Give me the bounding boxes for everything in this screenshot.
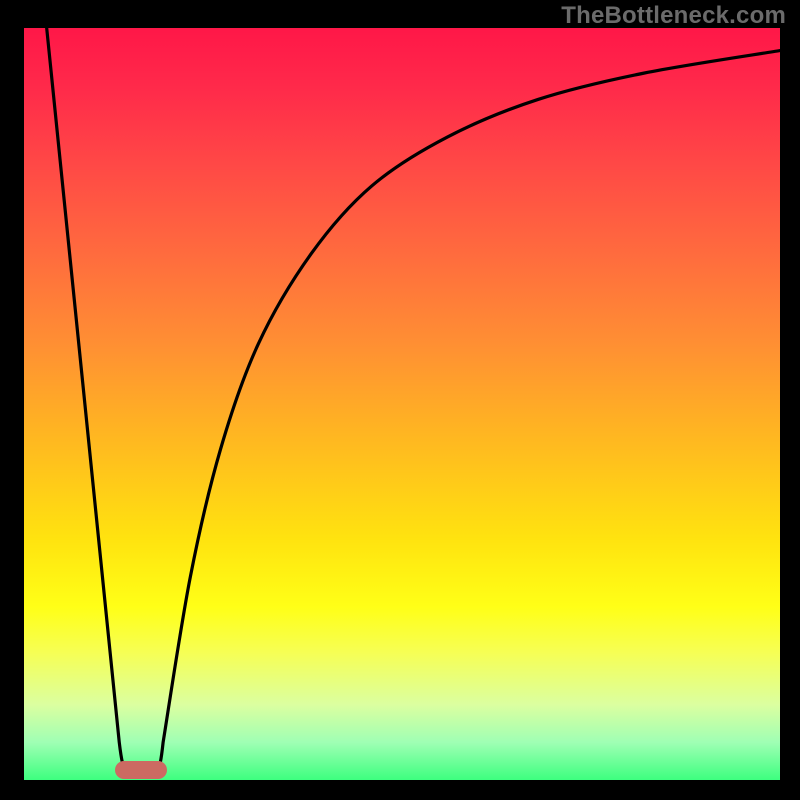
chart-frame: TheBottleneck.com <box>0 0 800 800</box>
plot-wrap <box>24 28 780 780</box>
plot-area <box>24 28 780 780</box>
valley-marker <box>115 761 167 779</box>
attribution-label: TheBottleneck.com <box>561 2 786 30</box>
curve-svg <box>24 28 780 780</box>
bottleneck-curve <box>47 28 780 771</box>
